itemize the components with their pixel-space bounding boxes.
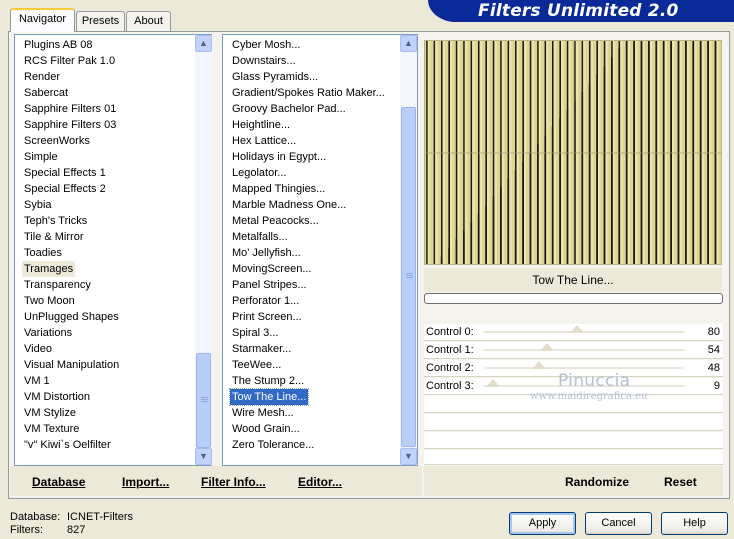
database-status-value: ICNET-Filters (67, 511, 133, 523)
filter-list-item[interactable]: Holidays in Egypt... (230, 149, 328, 165)
scroll-up-icon[interactable]: ▲ (400, 35, 417, 52)
category-list-item[interactable]: Transparency (22, 277, 93, 293)
tab-presets[interactable]: Presets (76, 11, 125, 31)
database-button[interactable]: Database (32, 474, 85, 490)
category-list-item[interactable]: Simple (22, 149, 60, 165)
category-list-item[interactable]: VM Texture (22, 421, 81, 437)
slider-thumb[interactable] (540, 343, 554, 351)
category-list-item[interactable]: Visual Manipulation (22, 357, 121, 373)
filter-preview (424, 40, 722, 265)
preview-filter-name: Tow The Line... (424, 268, 722, 292)
slider-thumb[interactable] (486, 379, 500, 387)
filters-count-label: Filters: (10, 524, 43, 536)
progress-bar (424, 293, 723, 304)
filters-count-value: 827 (67, 524, 86, 536)
filter-list-item[interactable]: Marble Madness One... (230, 197, 348, 213)
scroll-up-icon[interactable]: ▲ (195, 35, 212, 52)
filter-list-item[interactable]: Perforator 1... (230, 293, 301, 309)
category-list-item[interactable]: Sapphire Filters 01 (22, 101, 118, 117)
import-button[interactable]: Import... (122, 474, 169, 490)
category-scrollbar[interactable]: ▲ ▼ (195, 35, 212, 465)
filter-list-item[interactable]: Panel Stripes... (230, 277, 309, 293)
category-list[interactable]: Plugins AB 08 RCS Filter Pak 1.0 Render Sab… (14, 34, 212, 466)
category-list-item[interactable]: VM Stylize (22, 405, 78, 421)
category-list-item[interactable]: Plugins AB 08 (22, 37, 95, 53)
filter-list-item[interactable]: Metalfalls... (230, 229, 290, 245)
preview-image (425, 41, 721, 264)
category-list-item[interactable]: RCS Filter Pak 1.0 (22, 53, 117, 69)
help-button[interactable]: Help (661, 512, 728, 535)
control-empty-row (424, 432, 723, 449)
scroll-thumb[interactable] (196, 353, 211, 448)
filter-list-item[interactable]: MovingScreen... (230, 261, 313, 277)
filter-list-item[interactable]: Downstairs... (230, 53, 298, 69)
category-list-item[interactable]: Video (22, 341, 54, 357)
category-list-item[interactable]: ScreenWorks (22, 133, 92, 149)
scroll-down-icon[interactable]: ▼ (400, 448, 417, 465)
category-list-item[interactable]: Variations (22, 325, 74, 341)
control-1-slider[interactable]: Control 1: 54 (424, 342, 723, 359)
filter-list-item[interactable]: Hex Lattice... (230, 133, 298, 149)
editor-button[interactable]: Editor... (298, 474, 342, 490)
app-title: Filters Unlimited 2.0 (478, 1, 679, 21)
filter-list-item[interactable]: Starmaker... (230, 341, 293, 357)
tab-navigator[interactable]: Navigator (10, 8, 75, 32)
filter-list[interactable]: Cyber Mosh... Downstairs... Glass Pyramids… (222, 34, 418, 466)
cancel-button[interactable]: Cancel (585, 512, 652, 535)
category-list-item[interactable]: Tramages (22, 261, 76, 277)
filter-list-item[interactable]: TeeWee... (230, 357, 283, 373)
filter-list-item[interactable]: Metal Peacocks... (230, 213, 321, 229)
category-list-item[interactable]: Tile & Mirror (22, 229, 85, 245)
filter-list-item[interactable]: Wood Grain... (230, 421, 302, 437)
reset-button[interactable]: Reset (664, 474, 697, 490)
category-list-item[interactable]: Special Effects 2 (22, 181, 108, 197)
filter-list-item[interactable]: Heightline... (230, 117, 292, 133)
category-list-item[interactable]: VM Distortion (22, 389, 92, 405)
category-list-item[interactable]: VM 1 (22, 373, 52, 389)
filter-list-item[interactable]: The Stump 2... (230, 373, 306, 389)
category-list-item[interactable]: Teph's Tricks (22, 213, 89, 229)
filter-list-item[interactable]: Glass Pyramids... (230, 69, 320, 85)
tab-about[interactable]: About (126, 11, 171, 31)
randomize-button[interactable]: Randomize (565, 474, 629, 490)
category-list-item[interactable]: Sabercat (22, 85, 70, 101)
category-list-item[interactable]: "v" Kiwi`s Oelfilter (22, 437, 113, 453)
control-empty-row (424, 450, 723, 465)
filter-list-item[interactable]: Spiral 3... (230, 325, 280, 341)
filter-list-item[interactable]: Zero Tolerance... (230, 437, 316, 453)
control-empty-row (424, 414, 723, 431)
filter-info-button[interactable]: Filter Info... (201, 474, 266, 490)
slider-thumb[interactable] (570, 325, 584, 333)
filter-list-item[interactable]: Groovy Bachelor Pad... (230, 101, 348, 117)
filter-scrollbar[interactable]: ▲ ▼ (400, 35, 417, 465)
filter-list-item[interactable]: Print Screen... (230, 309, 304, 325)
category-list-item[interactable]: Two Moon (22, 293, 77, 309)
category-list-item[interactable]: Sybia (22, 197, 54, 213)
apply-button[interactable]: Apply (509, 512, 576, 535)
category-list-item[interactable]: UnPlugged Shapes (22, 309, 121, 325)
filter-list-item[interactable]: Gradient/Spokes Ratio Maker... (230, 85, 387, 101)
scroll-down-icon[interactable]: ▼ (195, 448, 212, 465)
filter-list-item[interactable]: Legolator... (230, 165, 288, 181)
watermark-name: Pinuccia (558, 371, 631, 391)
filter-list-item[interactable]: Mo' Jellyfish... (230, 245, 303, 261)
watermark-url: www.maidiregrafica.eu (530, 391, 648, 402)
category-list-item[interactable]: Render (22, 69, 62, 85)
filter-list-item[interactable]: Cyber Mosh... (230, 37, 302, 53)
filter-list-item[interactable]: Tow The Line... (228, 388, 310, 406)
category-list-item[interactable]: Toadies (22, 245, 64, 261)
scroll-thumb[interactable] (401, 107, 416, 447)
filter-list-item[interactable]: Wire Mesh... (230, 405, 296, 421)
control-0-slider[interactable]: Control 0: 80 (424, 324, 723, 341)
category-list-item[interactable]: Sapphire Filters 03 (22, 117, 118, 133)
category-list-item[interactable]: Special Effects 1 (22, 165, 108, 181)
database-status-label: Database: (10, 511, 61, 523)
slider-thumb[interactable] (532, 361, 546, 369)
filter-list-item[interactable]: Mapped Thingies... (230, 181, 327, 197)
